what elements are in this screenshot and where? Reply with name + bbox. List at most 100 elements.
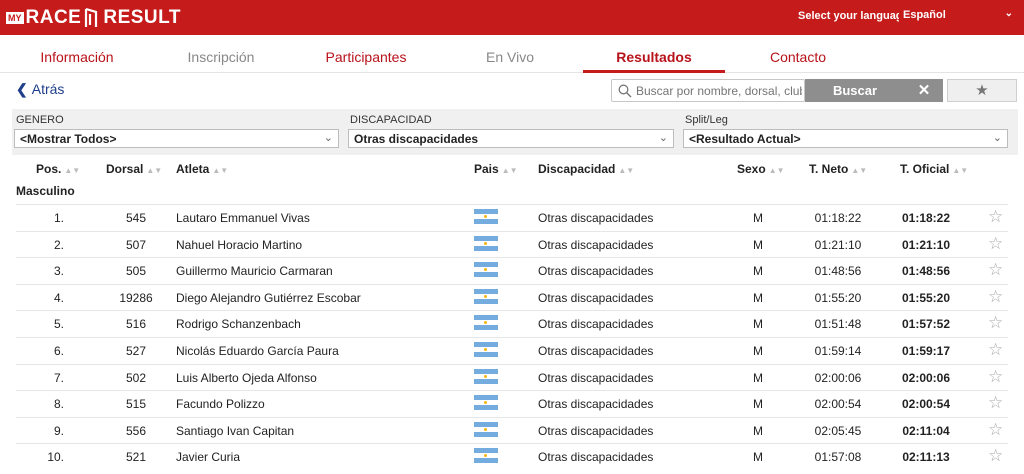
sort-icon: ▲▼	[146, 166, 163, 175]
sex-cell: M	[753, 423, 763, 438]
athlete-name-link[interactable]: Guillermo Mauricio Carmaran	[176, 264, 333, 278]
sex-cell: M	[753, 450, 763, 465]
position-cell: 1.	[53, 211, 64, 225]
argentina-flag-icon	[474, 448, 498, 464]
table-row[interactable]: 6. 527 Nicolás Eduardo García Paura Otras d…	[16, 337, 1008, 364]
bib-cell: 505	[125, 264, 147, 279]
favorites-button[interactable]: ★	[947, 79, 1017, 102]
athlete-name-link[interactable]: Facundo Polizzo	[176, 397, 265, 411]
table-row[interactable]: 7. 502 Luis Alberto Ojeda Alfonso Otras dis…	[16, 363, 1008, 391]
athlete-name-link[interactable]: Rodrigo Schanzenbach	[176, 317, 301, 331]
sort-icon: ▲▼	[501, 166, 518, 175]
favorite-star-icon[interactable]: ☆	[988, 287, 1003, 307]
chevron-down-icon: ⌄	[658, 132, 668, 144]
position-cell: 8.	[53, 397, 64, 412]
athlete-name-link[interactable]: Santiago Ivan Capitan	[176, 424, 294, 438]
tab-inscripcion[interactable]: Inscripción	[183, 49, 259, 65]
search-input[interactable]	[636, 82, 802, 99]
search-box	[611, 79, 805, 102]
disability-select-value: Otras discapacidades	[354, 132, 479, 146]
sex-cell: M	[753, 237, 763, 252]
sort-icon: ▲▼	[851, 166, 868, 175]
table-row[interactable]: 1. 545 Lautaro Emmanuel Vivas Otras discapa…	[16, 204, 1008, 231]
table-row[interactable]: 9. 556 Santiago Ivan Capitan Otras discapac…	[16, 416, 1008, 444]
logo-race: RACE	[25, 7, 82, 28]
header-official-time[interactable]: T. Oficial ▲▼	[900, 162, 968, 184]
search-button[interactable]: Buscar	[805, 79, 905, 102]
myraceresult-logo[interactable]: MY RACE RESULT	[6, 5, 181, 31]
clear-search-button[interactable]: ✕	[905, 79, 943, 102]
header-disability[interactable]: Discapacidad ▲▼	[538, 162, 634, 184]
sort-icon: ▲▼	[212, 166, 229, 175]
official-time-cell: 01:57:52	[901, 317, 951, 332]
language-label: Select your language:	[798, 10, 913, 22]
bib-cell: 516	[125, 317, 147, 332]
header-athlete[interactable]: Atleta ▲▼	[176, 162, 228, 184]
favorite-star-icon[interactable]: ☆	[988, 234, 1003, 254]
header-sex[interactable]: Sexo ▲▼	[737, 162, 785, 184]
argentina-flag-icon	[474, 395, 498, 411]
argentina-flag-icon	[474, 288, 498, 304]
sex-cell: M	[753, 264, 763, 279]
position-cell: 5.	[53, 317, 64, 332]
table-row[interactable]: 8. 515 Facundo Polizzo Otras discapacidades…	[16, 390, 1008, 417]
favorite-star-icon[interactable]: ☆	[988, 420, 1003, 440]
athlete-name-link[interactable]: Luis Alberto Ojeda Alfonso	[176, 371, 317, 385]
split-select[interactable]: <Resultado Actual> ⌄	[683, 129, 1008, 148]
header-bib-label: Dorsal	[106, 162, 144, 176]
athlete-name-link[interactable]: Nahuel Horacio Martino	[176, 238, 302, 252]
position-cell: 10.	[47, 450, 64, 465]
header-country-label: Pais	[474, 162, 499, 176]
favorite-star-icon[interactable]: ☆	[988, 446, 1003, 466]
header-country[interactable]: Pais ▲▼	[474, 162, 518, 184]
net-time-cell: 01:55:20	[814, 290, 862, 305]
tab-participantes[interactable]: Participantes	[320, 49, 412, 65]
tab-resultados[interactable]: Resultados	[610, 49, 698, 65]
sort-icon: ▲▼	[64, 166, 81, 175]
official-time-cell: 01:48:56	[901, 264, 951, 279]
table-row[interactable]: 2. 507 Nahuel Horacio Martino Otras discapa…	[16, 230, 1008, 258]
favorite-star-icon[interactable]: ☆	[988, 393, 1003, 413]
disability-cell: Otras discapacidades	[538, 397, 654, 412]
argentina-flag-icon	[474, 315, 498, 331]
disability-cell: Otras discapacidades	[538, 264, 654, 279]
bib-cell: 527	[125, 344, 147, 358]
header-bib[interactable]: Dorsal ▲▼	[106, 162, 162, 184]
disability-cell: Otras discapacidades	[538, 211, 654, 225]
bib-cell: 19286	[119, 290, 153, 305]
sex-cell: M	[753, 397, 763, 412]
athlete-name-link[interactable]: Diego Alejandro Gutiérrez Escobar	[176, 291, 361, 305]
disability-filter: DISCAPACIDAD Otras discapacidades ⌄	[348, 109, 674, 148]
chevron-down-icon: ⌄	[323, 132, 333, 144]
table-row[interactable]: 10. 521 Javier Curia Otras discapacidades M 0…	[16, 443, 1008, 470]
gender-select[interactable]: <Mostrar Todos> ⌄	[14, 129, 339, 148]
top-bar: MY RACE RESULT Select your language: Esp…	[0, 0, 1024, 35]
athlete-name-link[interactable]: Lautaro Emmanuel Vivas	[176, 211, 310, 225]
language-select[interactable]: Español ⌄	[899, 6, 1017, 25]
official-time-cell: 02:00:06	[901, 370, 951, 385]
sex-cell: M	[753, 290, 763, 305]
athlete-name-link[interactable]: Javier Curia	[176, 450, 240, 464]
table-row[interactable]: 5. 516 Rodrigo Schanzenbach Otras discapaci…	[16, 310, 1008, 337]
favorite-star-icon[interactable]: ☆	[988, 207, 1003, 227]
table-row[interactable]: 4. 19286 Diego Alejandro Gutiérrez Escobar…	[16, 283, 1008, 311]
tab-en-vivo[interactable]: En Vivo	[484, 49, 536, 65]
header-pos[interactable]: Pos. ▲▼	[36, 162, 80, 184]
favorite-star-icon[interactable]: ☆	[988, 367, 1003, 387]
tab-informacion[interactable]: Información	[37, 49, 117, 65]
favorite-star-icon[interactable]: ☆	[988, 313, 1003, 333]
tab-contacto[interactable]: Contacto	[766, 49, 830, 65]
bib-cell: 507	[125, 237, 147, 252]
sex-cell: M	[753, 344, 763, 358]
back-link[interactable]: ❮ Atrás	[16, 81, 64, 98]
disability-select[interactable]: Otras discapacidades ⌄	[348, 129, 674, 148]
favorite-star-icon[interactable]: ☆	[988, 340, 1003, 360]
position-cell: 4.	[53, 290, 64, 305]
athlete-name-link[interactable]: Nicolás Eduardo García Paura	[176, 344, 339, 358]
bib-cell: 502	[125, 370, 147, 385]
logo-result: RESULT	[103, 7, 181, 28]
table-row[interactable]: 3. 505 Guillermo Mauricio Carmaran Otras di…	[16, 257, 1008, 284]
header-net-time[interactable]: T. Neto ▲▼	[809, 162, 867, 184]
net-time-cell: 01:51:48	[814, 317, 862, 332]
favorite-star-icon[interactable]: ☆	[988, 260, 1003, 280]
